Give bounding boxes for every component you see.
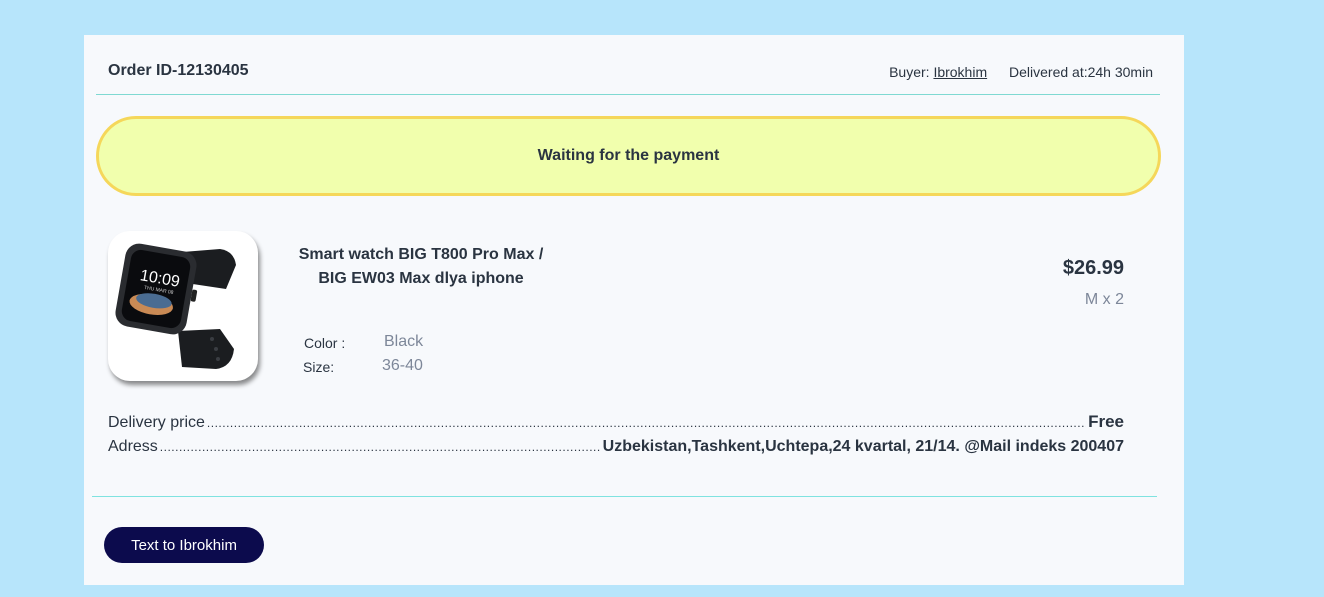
address-row: Adress Uzbekistan,Tashkent,Uchtepa,24 kv…	[108, 438, 1124, 456]
address-label: Adress	[108, 438, 158, 455]
product-title-line2: BIG EW03 Max dlya iphone	[318, 270, 524, 287]
product-price: $26.99	[1062, 257, 1124, 279]
leader-dots	[207, 416, 1086, 430]
status-text: Waiting for the payment	[537, 147, 720, 164]
section-divider	[92, 496, 1157, 497]
order-card: Order ID-12130405 Buyer: Ibrokhim Delive…	[84, 35, 1184, 585]
color-value: Black	[384, 333, 424, 350]
color-label: Color :	[304, 335, 346, 351]
payment-status-banner: Waiting for the payment	[96, 116, 1161, 196]
delivery-price-value: Free	[1088, 412, 1124, 431]
text-buyer-button[interactable]: Text to Ibrokhim	[104, 527, 264, 563]
smartwatch-image: 10:09 THU MAR 08	[108, 231, 258, 381]
order-header: Order ID-12130405 Buyer: Ibrokhim Delive…	[96, 35, 1160, 95]
smartwatch-icon: 10:09 THU MAR 08	[115, 243, 236, 369]
delivery-price-row: Delivery price Free	[108, 412, 1124, 432]
product-title: Smart watch BIG T800 Pro Max / BIG EW03 …	[289, 243, 553, 291]
delivered-at: Delivered at:24h 30min	[1009, 64, 1153, 80]
product-quantity: M x 2	[1084, 291, 1124, 308]
address-value: Uzbekistan,Tashkent,Uchtepa,24 kvartal, …	[602, 438, 1124, 455]
order-id: Order ID-12130405	[108, 62, 249, 79]
buyer-label: Buyer:	[889, 64, 930, 80]
order-meta: Buyer: Ibrokhim Delivered at:24h 30min	[889, 64, 1153, 80]
size-label: Size:	[303, 359, 335, 375]
delivery-price-label: Delivery price	[108, 414, 205, 431]
buyer-name-link[interactable]: Ibrokhim	[933, 64, 987, 80]
size-value: 36-40	[382, 357, 423, 374]
leader-dots	[160, 440, 601, 454]
product-title-line1: Smart watch BIG T800 Pro Max /	[298, 246, 544, 263]
